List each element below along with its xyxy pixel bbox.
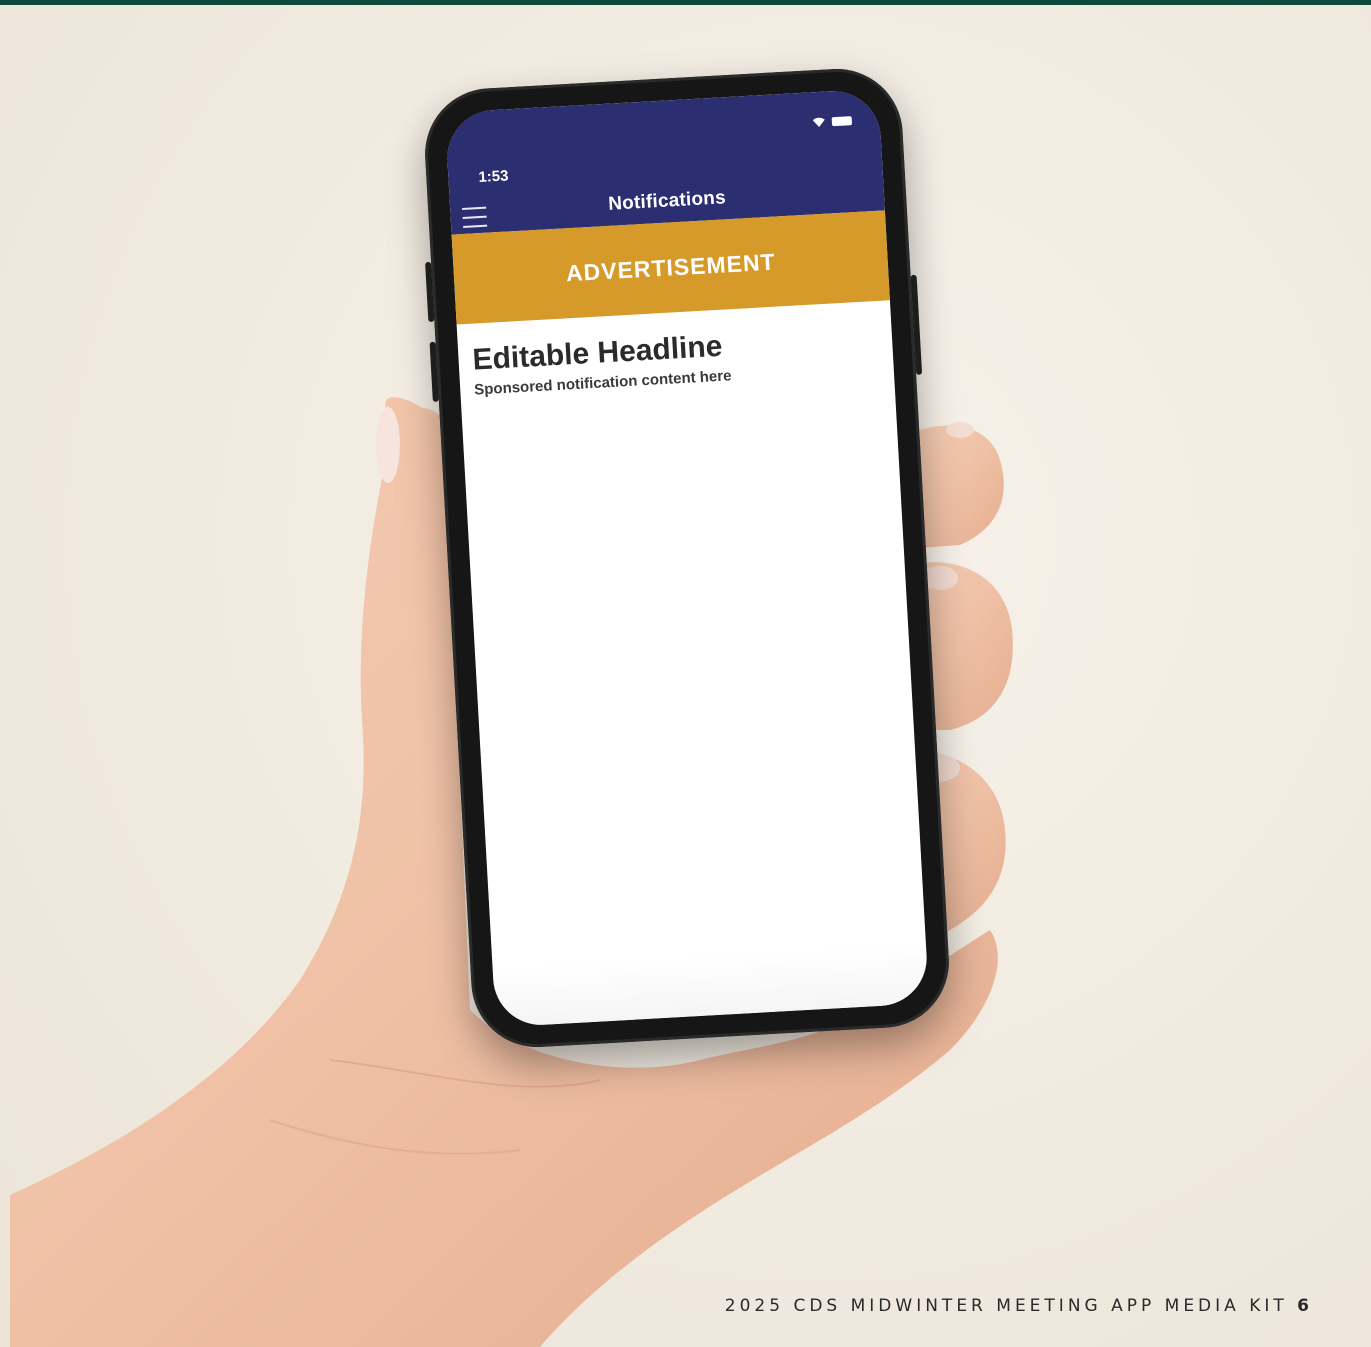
fingernail — [376, 407, 400, 483]
finger-index — [918, 425, 1004, 548]
screen-bottom-shade — [492, 943, 930, 1028]
battery-icon — [831, 115, 853, 126]
phone-screen: 1:53 Notifications ADVERTISEMENT Editabl… — [444, 88, 930, 1028]
notification-item[interactable]: Editable Headline Sponsored notification… — [472, 321, 880, 399]
footer-title: 2025 CDS MIDWINTER MEETING APP MEDIA KIT — [724, 1296, 1288, 1316]
app-header: 1:53 Notifications — [444, 88, 885, 235]
media-kit-page: 1:53 Notifications ADVERTISEMENT Editabl… — [0, 0, 1371, 1347]
footer: 2025 CDS MIDWINTER MEETING APP MEDIA KIT… — [725, 1296, 1313, 1316]
status-icons — [812, 114, 853, 128]
status-time: 1:53 — [477, 167, 509, 187]
wifi-icon — [812, 117, 825, 127]
page-number: 6 — [1297, 1296, 1313, 1316]
fingernail — [946, 422, 974, 438]
smartphone: 1:53 Notifications ADVERTISEMENT Editabl… — [421, 65, 953, 1051]
